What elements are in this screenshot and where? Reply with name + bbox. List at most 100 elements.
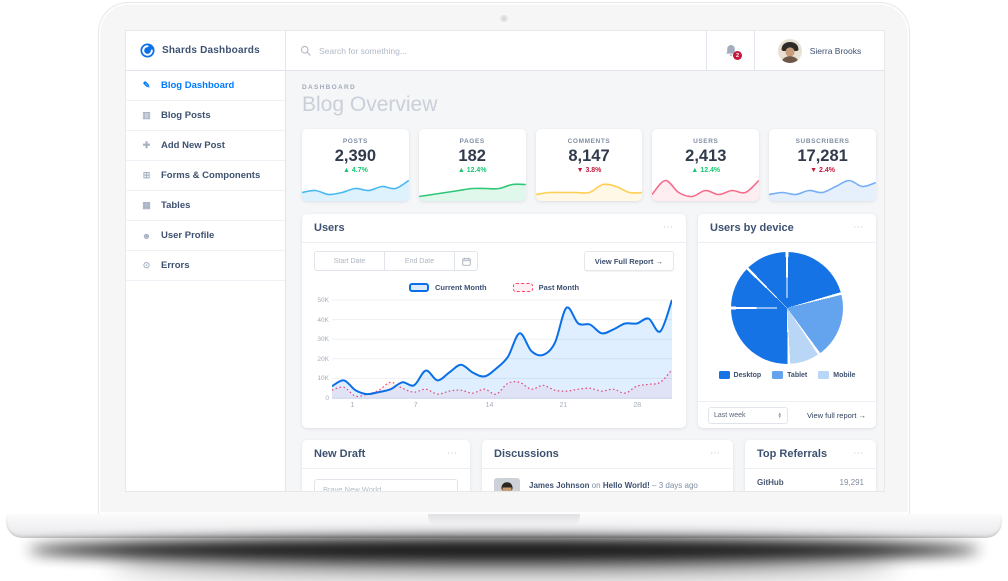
person-icon: ☻ (141, 230, 152, 241)
dashboard-app: Shards Dashboards Search for something..… (126, 31, 884, 491)
forms-icon: ⊞ (142, 170, 151, 180)
sidebar-item-blog-posts[interactable]: ▥ Blog Posts (126, 101, 285, 131)
date-range-picker: Start Date End Date (314, 251, 478, 271)
card-title: Users by device (710, 222, 794, 234)
select-arrows-icon: ▲ ▼ (777, 410, 782, 419)
notification-badge: 2 (733, 51, 742, 60)
top-navbar: Shards Dashboards Search for something..… (126, 31, 884, 71)
sidebar-item-user-profile[interactable]: ☻ User Profile (126, 221, 285, 251)
stats-row: POSTS 2,390 ▲ 4.7% PAGES 182 ▲ 12.4% COM… (302, 129, 876, 201)
y-axis-tick: 40K (317, 316, 329, 324)
stat-delta: ▼ 3.8% (576, 167, 602, 174)
shards-logo-icon (140, 43, 155, 58)
card-title: Discussions (494, 448, 559, 460)
sidebar-item-blog-dashboard[interactable]: ✎ Blog Dashboard (126, 71, 285, 101)
y-axis-tick: 20K (317, 355, 329, 363)
x-axis-tick: 28 (633, 402, 642, 409)
y-axis-tick: 10K (317, 375, 329, 383)
sparkline-users (652, 175, 760, 201)
stat-delta: ▲ 12.4% (457, 167, 487, 174)
sidebar-item-forms-components[interactable]: ⊞ Forms & Components (126, 161, 285, 191)
card-menu-icon[interactable]: ⋯ (447, 449, 458, 459)
brand[interactable]: Shards Dashboards (126, 31, 286, 71)
brand-name: Shards Dashboards (162, 45, 260, 56)
card-menu-icon[interactable]: ⋯ (663, 223, 674, 233)
users-by-device-card: Users by device ⋯ Desktop Tablet Mobile (698, 214, 876, 428)
page-title: Blog Overview (302, 93, 438, 116)
sparkline-subscribers (769, 175, 876, 201)
table-icon: ▦ (142, 200, 151, 210)
avatar (777, 38, 802, 63)
sidebar-item-tables[interactable]: ▦ Tables (126, 191, 285, 221)
card-menu-icon[interactable]: ⋯ (853, 223, 864, 233)
pencil-icon: ✎ (142, 80, 151, 90)
calendar-button[interactable] (455, 252, 477, 270)
add-post-icon: ✚ (142, 140, 151, 150)
discussion-row[interactable]: James Johnson on Hello World! – 3 days a… (482, 469, 733, 491)
sparkline-comments (535, 175, 643, 201)
sparkline-posts (302, 175, 409, 201)
referral-row[interactable]: GitHub 19,291 (745, 469, 876, 491)
legend-swatch-current (408, 282, 429, 292)
users-chart-card: Users ⋯ Start Date End Date View Full Re… (302, 214, 686, 428)
legend-swatch-tablet (772, 371, 784, 379)
x-axis-tick: 14 (485, 402, 494, 409)
stat-card-posts: POSTS 2,390 ▲ 4.7% (302, 129, 409, 201)
breadcrumb: DASHBOARD (302, 84, 356, 91)
user-name: Sierra Brooks (809, 45, 862, 56)
error-icon: ⊙ (142, 260, 151, 270)
sidebar-item-add-new-post[interactable]: ✚ Add New Post (126, 131, 285, 161)
stat-delta: ▼ 2.4% (810, 167, 835, 174)
start-date-input[interactable]: Start Date (315, 252, 385, 270)
x-axis-tick: 1 (350, 402, 355, 409)
legend-swatch-mobile (818, 371, 830, 379)
sidebar-item-errors[interactable]: ⊙ Errors (126, 251, 285, 281)
pie-legend: Desktop Tablet Mobile (698, 371, 876, 379)
card-title: New Draft (314, 448, 366, 460)
view-full-report-link[interactable]: View full report → (807, 411, 866, 420)
legend-swatch-past (512, 282, 533, 292)
stat-card-comments: COMMENTS 8,147 ▼ 3.8% (535, 129, 643, 201)
laptop-camera (500, 15, 508, 22)
card-title: Top Referrals (757, 448, 828, 460)
timeframe-select[interactable]: Last week ▲ ▼ (708, 406, 788, 424)
stat-delta: ▲ 12.4% (691, 167, 721, 174)
sidebar: ✎ Blog Dashboard ▥ Blog Posts ✚ Add New Pos… (126, 71, 286, 491)
sparkline-pages (418, 175, 526, 201)
stat-card-pages: PAGES 182 ▲ 12.4% (418, 129, 526, 201)
y-axis-tick: 0 (325, 395, 329, 402)
search-bar[interactable]: Search for something... (286, 31, 706, 71)
draft-title-input[interactable]: Brave New World (314, 479, 458, 491)
view-full-report-button[interactable]: View Full Report → (583, 251, 674, 271)
top-referrals-card: Top Referrals ⋯ GitHub 19,291 (745, 440, 876, 491)
card-title: Users (314, 222, 345, 234)
users-line-chart: 0 10K 20K 30K 40K 50K 1 7 14 21 28 (310, 297, 674, 428)
laptop-mockup: Shards Dashboards Search for something..… (0, 0, 1008, 581)
new-draft-card: New Draft ⋯ Brave New World (302, 440, 470, 491)
y-axis-tick: 30K (317, 336, 329, 344)
user-menu[interactable]: Sierra Brooks (754, 31, 884, 71)
card-menu-icon[interactable]: ⋯ (853, 449, 864, 459)
commenter-avatar (494, 478, 520, 491)
end-date-input[interactable]: End Date (385, 252, 455, 270)
laptop-shadow-soft (110, 554, 898, 572)
laptop-notch (428, 514, 580, 526)
search-icon (300, 45, 311, 56)
stat-card-users: USERS 2,413 ▲ 12.4% (652, 129, 760, 201)
discussions-card: Discussions ⋯ James Johnson on Hello Wor… (482, 440, 733, 491)
notifications-button[interactable]: 2 (706, 31, 754, 71)
stat-delta: ▲ 4.7% (342, 167, 368, 174)
x-axis-tick: 21 (559, 402, 568, 409)
calendar-icon (461, 257, 471, 266)
card-menu-icon[interactable]: ⋯ (710, 449, 721, 459)
main-content: DASHBOARD Blog Overview POSTS 2,390 ▲ 4.… (286, 71, 884, 491)
screen: Shards Dashboards Search for something..… (125, 30, 885, 492)
discussion-text: James Johnson on Hello World! – 3 days a… (529, 481, 698, 490)
search-input[interactable]: Search for something... (319, 46, 407, 56)
posts-icon: ▥ (142, 110, 151, 120)
stat-card-subscribers: SUBSCRIBERS 17,281 ▼ 2.4% (769, 129, 876, 201)
chart-legend: Current Month Past Month (302, 279, 686, 295)
legend-swatch-desktop (718, 371, 730, 379)
x-axis-tick: 7 (413, 402, 418, 409)
laptop-screen-frame: Shards Dashboards Search for something..… (98, 2, 910, 514)
